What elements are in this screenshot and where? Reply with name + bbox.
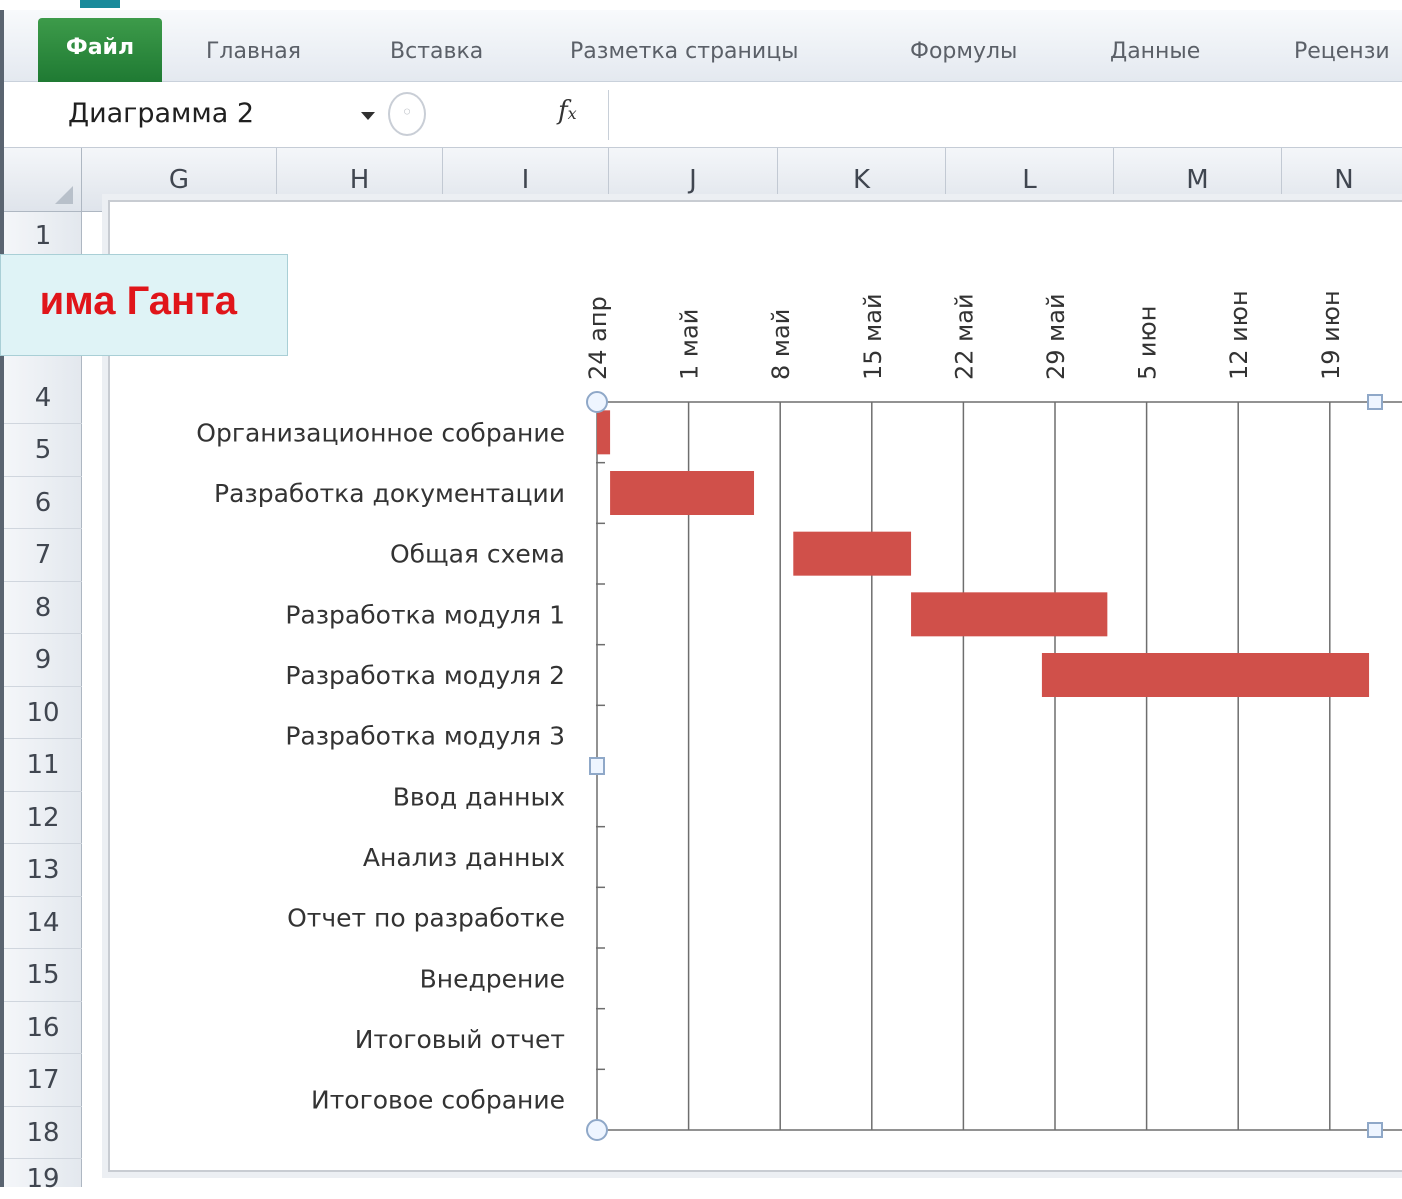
row-header[interactable]: 12 xyxy=(4,792,82,844)
row-header[interactable]: 8 xyxy=(4,582,82,634)
gantt-chart[interactable]: 24 апр 1 май 8 май 15 май 22 май 29 май 5 июн 1… xyxy=(108,200,1402,1172)
select-all-corner[interactable] xyxy=(4,148,82,212)
category-label: Итоговое собрание xyxy=(311,1086,565,1115)
expand-namebox-icon[interactable]: ◦ xyxy=(388,92,426,136)
resize-handle xyxy=(1367,1122,1383,1138)
tab-data[interactable]: Данные xyxy=(1110,24,1200,80)
slide-top-strip xyxy=(0,0,1402,10)
x-tick-label: 19 июн xyxy=(1317,290,1345,380)
resize-handle xyxy=(589,757,605,775)
tab-review[interactable]: Рецензи xyxy=(1294,24,1390,80)
category-label: Ввод данных xyxy=(393,782,565,811)
tab-insert[interactable]: Вставка xyxy=(390,24,483,80)
chevron-down-icon[interactable] xyxy=(361,112,375,120)
slide-title-box: има Ганта xyxy=(0,254,288,356)
gantt-bar xyxy=(793,531,912,576)
ribbon-tabs: Файл Главная Вставка Разметка страницы Ф… xyxy=(4,10,1402,82)
gantt-bar xyxy=(1041,653,1370,697)
formula-separator xyxy=(608,90,609,140)
category-label: Разработка модуля 3 xyxy=(285,722,565,751)
row-header[interactable]: 19 xyxy=(4,1159,82,1194)
row-header[interactable]: 14 xyxy=(4,897,82,949)
category-label: Внедрение xyxy=(420,964,565,993)
x-tick-label: 12 июн xyxy=(1225,290,1253,380)
row-header[interactable]: 5 xyxy=(4,424,82,477)
slide-accent xyxy=(80,0,120,8)
formula-bar: Диаграмма 2 ◦ fx xyxy=(4,82,1402,148)
x-tick-label: 1 май xyxy=(676,309,704,380)
row-header[interactable]: 10 xyxy=(4,687,82,739)
category-label: Разработка документации xyxy=(214,479,565,508)
x-tick-label: 5 июн xyxy=(1134,306,1162,380)
x-tick-label: 8 май xyxy=(767,309,795,380)
category-label: Разработка модуля 2 xyxy=(285,661,565,690)
slide-title: има Ганта xyxy=(39,279,237,323)
row-header[interactable]: 9 xyxy=(4,634,82,687)
category-label: Итоговый отчет xyxy=(355,1025,565,1054)
x-tick-label: 24 апр xyxy=(584,296,612,380)
row-headers: 1 4 5 6 7 8 9 10 11 12 13 14 15 16 17 18… xyxy=(4,212,82,1194)
tab-page-layout[interactable]: Разметка страницы xyxy=(570,24,799,80)
x-tick-label: 29 май xyxy=(1042,293,1070,380)
row-header[interactable]: 16 xyxy=(4,1002,82,1054)
name-box[interactable]: Диаграмма 2 xyxy=(38,88,383,142)
gantt-bar xyxy=(597,410,611,455)
category-label: Организационное собрание xyxy=(196,418,565,447)
row-header[interactable]: 11 xyxy=(4,739,82,792)
resize-handle xyxy=(586,1119,608,1141)
gantt-chart-svg: 24 апр 1 май 8 май 15 май 22 май 29 май 5 июн 1… xyxy=(196,290,1402,1141)
gantt-bar xyxy=(610,471,755,515)
name-box-value: Диаграмма 2 xyxy=(68,98,255,129)
row-header[interactable]: 6 xyxy=(4,477,82,529)
row-header[interactable]: 18 xyxy=(4,1107,82,1159)
gantt-bar xyxy=(911,592,1108,637)
category-label: Общая схема xyxy=(390,540,565,569)
resize-handle xyxy=(586,391,608,413)
category-label: Отчет по разработке xyxy=(287,904,565,933)
insert-function-icon[interactable]: fx xyxy=(558,96,577,126)
tab-formulas[interactable]: Формулы xyxy=(910,24,1017,80)
row-header[interactable]: 15 xyxy=(4,949,82,1002)
row-header[interactable]: 13 xyxy=(4,844,82,897)
row-header[interactable]: 4 xyxy=(4,372,82,424)
tab-home[interactable]: Главная xyxy=(206,24,301,80)
x-tick-label: 15 май xyxy=(859,293,887,380)
category-label: Анализ данных xyxy=(363,843,565,872)
row-header[interactable]: 7 xyxy=(4,529,82,582)
tab-file[interactable]: Файл xyxy=(38,18,162,82)
x-tick-label: 22 май xyxy=(950,293,978,380)
row-header[interactable]: 1 xyxy=(4,212,82,260)
category-label: Разработка модуля 1 xyxy=(285,600,565,629)
resize-handle xyxy=(1367,394,1383,410)
row-header[interactable]: 17 xyxy=(4,1054,82,1107)
